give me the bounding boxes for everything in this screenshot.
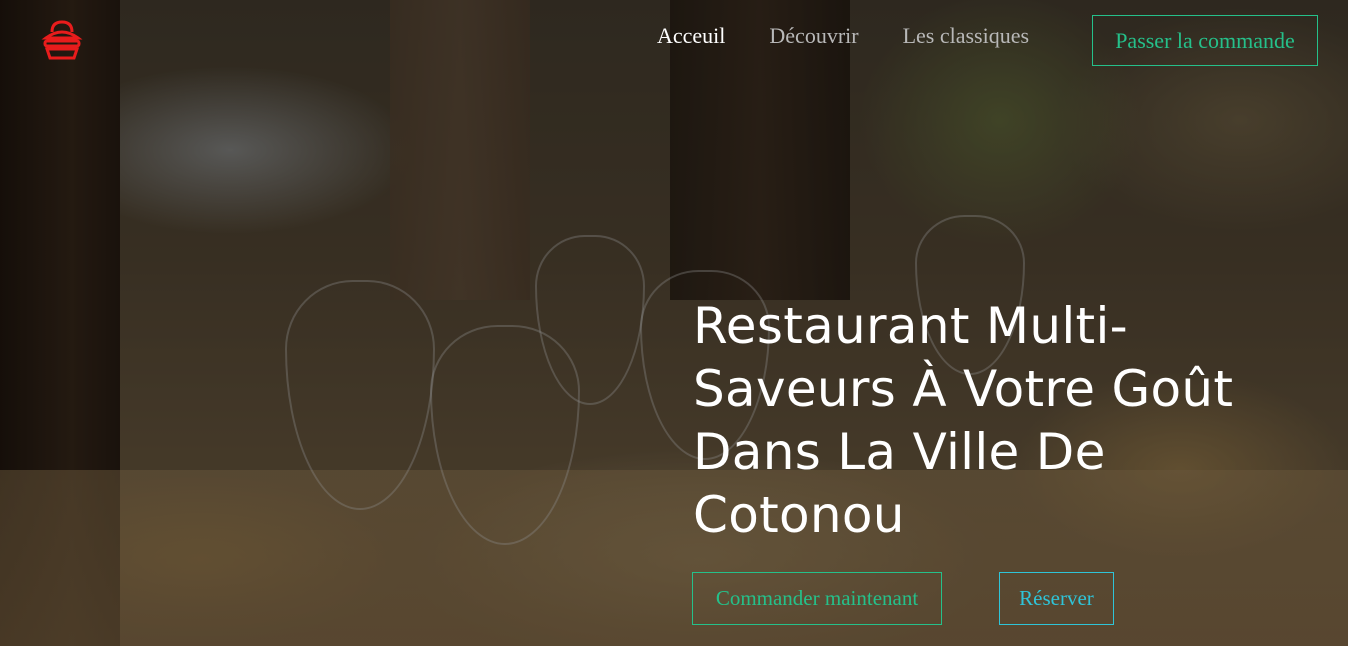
hero-title: Restaurant Multi-Saveurs À Votre Goût Da…	[693, 297, 1234, 544]
reserve-button[interactable]: Réserver	[999, 572, 1114, 625]
nav-link-acceuil[interactable]: Acceuil	[657, 22, 725, 50]
burger-bag-icon[interactable]	[40, 18, 84, 62]
nav-link-decouvrir[interactable]: Découvrir	[769, 22, 858, 50]
place-order-button[interactable]: Passer la commande	[1092, 15, 1318, 66]
main-nav: Acceuil Découvrir Les classiques	[657, 22, 1073, 50]
nav-link-les-classiques[interactable]: Les classiques	[903, 22, 1029, 50]
order-now-button[interactable]: Commander maintenant	[692, 572, 942, 625]
